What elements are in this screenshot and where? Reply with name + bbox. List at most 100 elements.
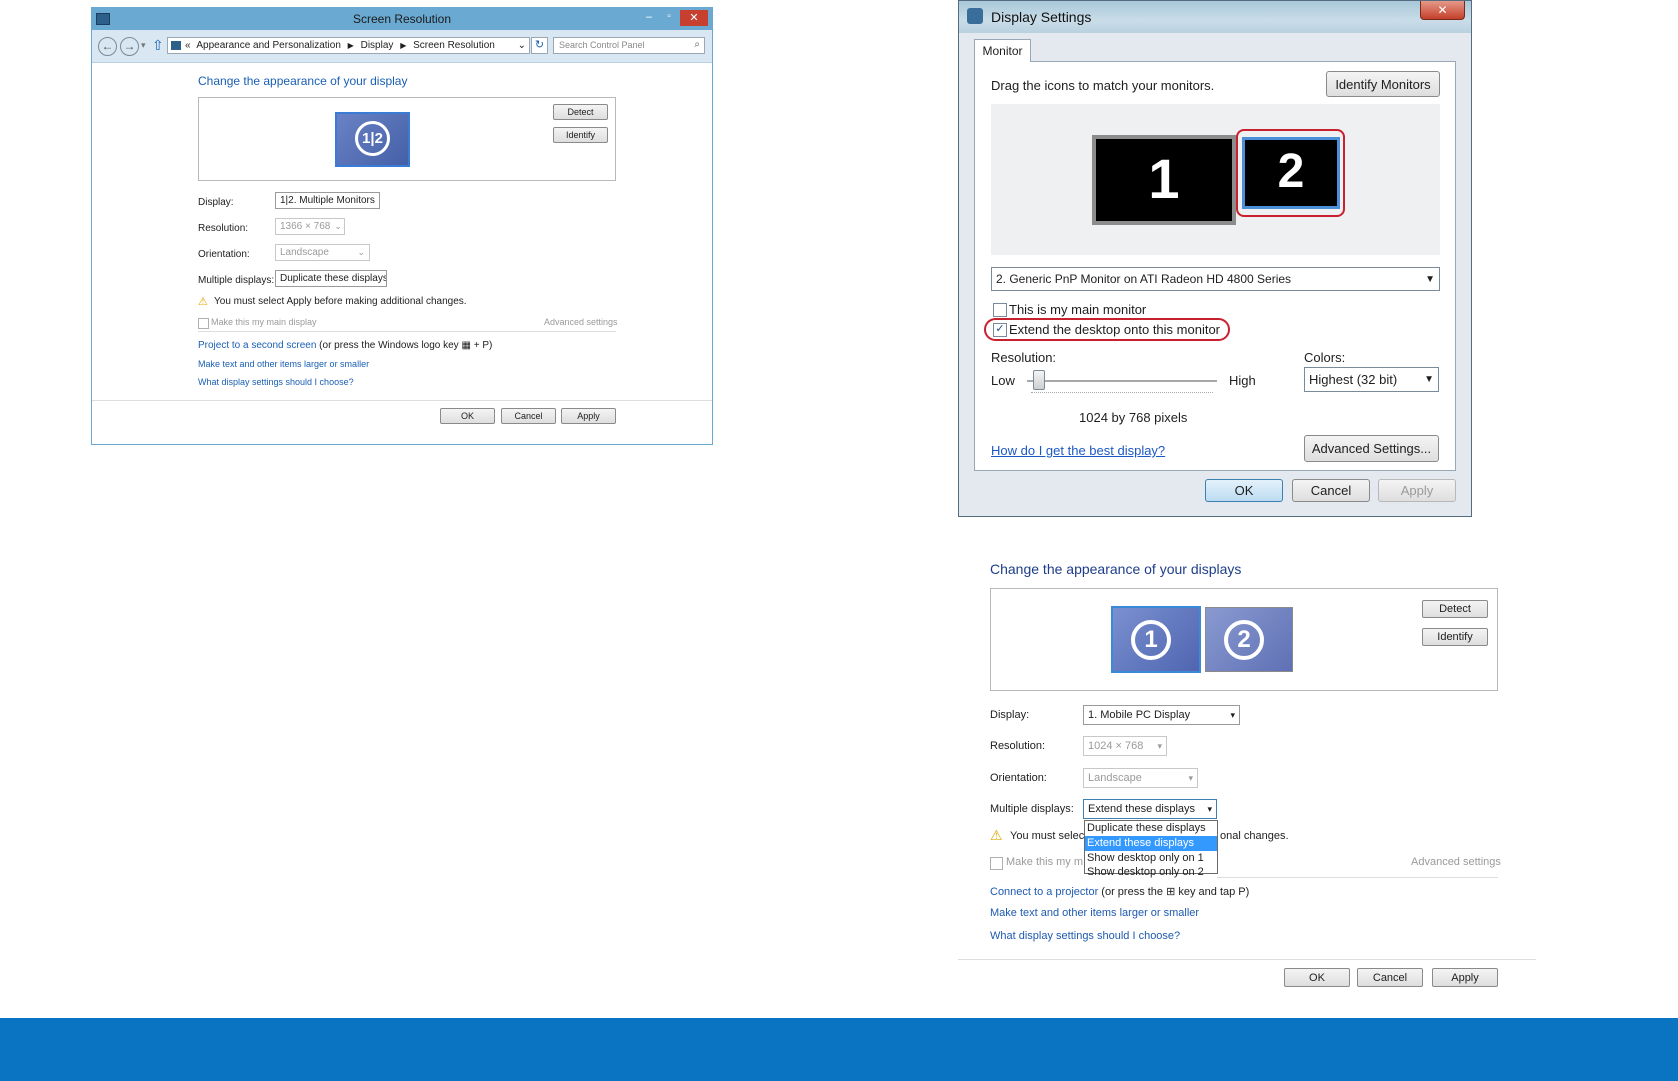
monitor-select[interactable]: 2. Generic PnP Monitor on ATI Radeon HD … [991,267,1440,291]
chevron-down-icon: ▾ [1157,740,1162,751]
display-label: Display: [990,709,1030,721]
display-help-link[interactable]: What display settings should I choose? [990,930,1180,942]
chevron-down-icon: ⌄ [375,195,380,206]
help-line: How do I get the best display? [991,443,1165,458]
monitor-1-icon[interactable]: 1 [1092,135,1236,225]
identify-button[interactable]: Identify [1422,628,1488,646]
ok-button[interactable]: OK [1284,968,1350,987]
monitor-icon[interactable]: 1|2 [335,112,410,167]
breadcrumb-item[interactable]: Appearance and Personalization [196,40,341,51]
minimize-button[interactable]: – [640,11,658,25]
advanced-settings-link[interactable]: Advanced settings [544,317,618,327]
display-select[interactable]: 1. Mobile PC Display ▾ [1083,705,1240,725]
search-icon[interactable]: ⌕ [694,39,700,50]
main-display-label: Make this my main display [211,317,317,327]
connect-hint-end: key and tap P) [1175,886,1250,898]
detect-button[interactable]: Detect [1422,600,1488,618]
identify-button[interactable]: Identify [553,127,608,143]
display-help-link[interactable]: What display settings should I choose? [198,377,354,387]
breadcrumb-item[interactable]: Display [361,40,394,51]
main-display-label: Make this my m [1006,856,1084,868]
cancel-button[interactable]: Cancel [1292,479,1370,502]
resolution-select: 1024 × 768 ▾ [1083,736,1167,756]
breadcrumb-trail: « Appearance and Personalization ▶ Displ… [185,40,495,51]
close-button[interactable]: ✕ [680,10,708,26]
monitor-arrangement-area: 1 2 Detect Identify [990,588,1498,691]
advanced-settings-button[interactable]: Advanced Settings... [1304,435,1439,462]
chevron-down-icon: ▾ [1188,772,1193,783]
project-second-screen-link[interactable]: Project to a second screen [198,340,316,351]
vista-window-title: Display Settings [991,9,1092,25]
win8-screen-resolution-window: Screen Resolution – ▫ ✕ ← → ▾ ⇧ « Appear… [91,7,713,445]
text-size-link[interactable]: Make text and other items larger or smal… [990,907,1199,919]
resolution-select: 1366 × 768 ⌄ [275,218,345,235]
monitor-2-icon[interactable]: 2 [1205,607,1293,672]
win8-window-title: Screen Resolution [352,12,452,26]
main-monitor-checkbox[interactable] [993,303,1007,317]
monitor-1-icon[interactable]: 1 [1111,606,1201,673]
colors-label: Colors: [1304,350,1346,365]
warning-icon: ⚠ [990,827,1003,843]
resolution-slider-thumb[interactable] [1033,370,1045,390]
main-display-checkbox [990,857,1003,870]
display-label: Display: [198,197,234,208]
best-display-help-link[interactable]: How do I get the best display? [991,443,1165,458]
multiple-displays-select[interactable]: Extend these displays ▾ [1083,799,1217,819]
resolution-label: Resolution: [198,223,249,234]
cancel-button[interactable]: Cancel [501,408,556,424]
connect-projector-link[interactable]: Connect to a projector [990,886,1098,898]
project-hint: (or press the Windows logo key [316,340,462,351]
detect-button[interactable]: Detect [553,104,608,120]
up-arrow-icon[interactable]: ⇧ [152,37,164,54]
divider [1217,877,1498,878]
search-input[interactable]: Search Control Panel ⌕ [553,37,705,54]
breadcrumb-separator-icon: ▶ [347,41,354,50]
recent-pages-chevron-icon[interactable]: ▾ [141,40,146,51]
dropdown-option-selected[interactable]: Extend these displays [1085,836,1217,851]
resolution-slider-track[interactable] [1027,380,1217,382]
orientation-select: Landscape ⌄ [275,244,370,261]
forward-arrow-icon[interactable]: → [120,37,139,56]
display-select[interactable]: 1|2. Multiple Monitors⌄ [275,192,380,209]
dropdown-option[interactable]: Show desktop only on 1 [1085,851,1217,866]
divider [92,400,712,401]
control-panel-icon [171,41,181,50]
win8-title-bar: Screen Resolution – ▫ ✕ [92,8,712,30]
identify-monitors-button[interactable]: Identify Monitors [1326,71,1440,97]
search-placeholder: Search Control Panel [559,40,645,50]
multiple-displays-value: Extend these displays [1088,803,1196,815]
back-arrow-icon[interactable]: ← [98,37,117,56]
warning-text-start: You must selec [1010,830,1085,842]
ok-button[interactable]: OK [440,408,495,424]
breadcrumb-item[interactable]: Screen Resolution [413,40,495,51]
apply-button[interactable]: Apply [561,408,616,424]
apply-button[interactable]: Apply [1432,968,1498,987]
windows-logo-icon: ⊞ [1166,886,1176,898]
advanced-settings-link[interactable]: Advanced settings [1411,856,1501,868]
warning-text: You must select Apply before making addi… [214,296,467,307]
breadcrumb-overflow[interactable]: « [185,40,191,51]
close-button[interactable]: ✕ [1420,1,1465,20]
tab-monitor[interactable]: Monitor [974,39,1031,62]
maximize-button[interactable]: ▫ [661,11,677,25]
ok-button[interactable]: OK [1205,479,1283,502]
chevron-down-icon: ▼ [1424,374,1434,385]
low-label: Low [991,373,1015,388]
dropdown-option[interactable]: Duplicate these displays [1085,821,1217,836]
dropdown-option[interactable]: Show desktop only on 2 [1085,866,1217,878]
resolution-value: 1024 × 768 [1088,740,1144,752]
text-size-line: Make text and other items larger or smal… [198,359,369,369]
breadcrumb[interactable]: « Appearance and Personalization ▶ Displ… [167,37,530,54]
main-monitor-label: This is my main monitor [1009,302,1147,317]
refresh-icon[interactable]: ↻ [531,37,548,54]
multiple-displays-select[interactable]: Duplicate these displays⌄ [275,270,387,287]
colors-select[interactable]: Highest (32 bit) ▼ [1304,367,1439,392]
display-help-line: What display settings should I choose? [990,930,1180,942]
colors-value: Highest (32 bit) [1309,372,1398,387]
monitor-number: 2 [1224,620,1264,660]
monitor-select-value: 2. Generic PnP Monitor on ATI Radeon HD … [996,272,1292,286]
win7-screen-resolution-panel: Change the appearance of your displays 1… [958,550,1538,1000]
chevron-down-icon[interactable]: ⌄ [518,40,526,51]
cancel-button[interactable]: Cancel [1357,968,1423,987]
text-size-link[interactable]: Make text and other items larger or smal… [198,359,369,369]
